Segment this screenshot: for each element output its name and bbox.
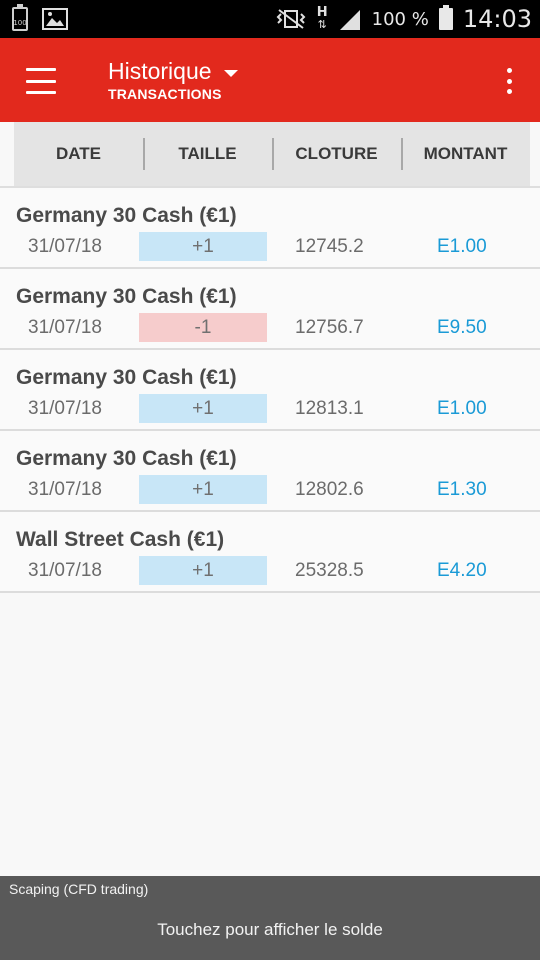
transaction-date: 31/07/18 (28, 236, 102, 257)
transaction-row[interactable]: Germany 30 Cash (€1) 31/07/18 +1 12802.6… (0, 431, 540, 512)
instrument-name: Germany 30 Cash (€1) (16, 447, 237, 470)
account-label: Scaping (CFD trading) (9, 881, 149, 897)
instrument-name: Germany 30 Cash (€1) (16, 285, 237, 308)
column-size[interactable]: TAILLE (143, 138, 272, 170)
close-price: 12756.7 (295, 317, 364, 338)
transaction-amount: E1.00 (437, 236, 487, 257)
title-dropdown[interactable]: Historique TRANSACTIONS (108, 58, 238, 102)
dropdown-caret-icon (223, 70, 238, 77)
column-header: DATE TAILLE CLOTURE MONTANT (14, 122, 530, 186)
app-bar: Historique TRANSACTIONS (0, 38, 540, 122)
balance-bar[interactable]: Scaping (CFD trading) Touchez pour affic… (0, 876, 540, 960)
column-amount[interactable]: MONTANT (401, 138, 530, 170)
instrument-name: Wall Street Cash (€1) (16, 528, 225, 551)
transaction-amount: E9.50 (437, 317, 487, 338)
close-price: 12745.2 (295, 236, 364, 257)
close-price: 25328.5 (295, 560, 364, 581)
show-balance-prompt[interactable]: Touchez pour afficher le solde (0, 920, 540, 940)
close-price: 12802.6 (295, 479, 364, 500)
title-row: Historique (108, 58, 238, 85)
status-bar-left: 100 (12, 4, 82, 31)
size-badge: -1 (139, 313, 267, 342)
battery-notification-icon: 100 (12, 4, 28, 31)
transaction-row[interactable]: Germany 30 Cash (€1) 31/07/18 +1 12813.1… (0, 350, 540, 431)
size-badge: +1 (139, 232, 267, 261)
instrument-name: Germany 30 Cash (€1) (16, 204, 237, 227)
status-bar: 100 H ⇅ 100 % 14:03 (0, 0, 540, 38)
page-subtitle: TRANSACTIONS (108, 86, 222, 102)
transaction-date: 31/07/18 (28, 479, 102, 500)
image-icon (42, 8, 68, 30)
transaction-amount: E4.20 (437, 560, 487, 581)
instrument-name: Germany 30 Cash (€1) (16, 366, 237, 389)
page-title: Historique (108, 58, 212, 84)
transaction-row[interactable]: Germany 30 Cash (€1) 31/07/18 +1 12745.2… (0, 188, 540, 269)
signal-icon (339, 10, 360, 30)
network-type-icon: H ⇅ (316, 5, 328, 31)
transaction-list: Germany 30 Cash (€1) 31/07/18 +1 12745.2… (0, 188, 540, 593)
column-close[interactable]: CLOTURE (272, 138, 401, 170)
size-badge: +1 (139, 394, 267, 423)
transaction-row[interactable]: Germany 30 Cash (€1) 31/07/18 -1 12756.7… (0, 269, 540, 350)
battery-notification-label: 100 (13, 19, 27, 27)
transaction-amount: E1.30 (437, 479, 487, 500)
column-date[interactable]: DATE (14, 138, 143, 170)
transaction-amount: E1.00 (437, 398, 487, 419)
size-badge: +1 (139, 556, 267, 585)
battery-percent: 100 % (371, 8, 429, 30)
close-price: 12813.1 (295, 398, 364, 419)
size-badge: +1 (139, 475, 267, 504)
battery-icon (438, 5, 453, 30)
transaction-date: 31/07/18 (28, 560, 102, 581)
transaction-date: 31/07/18 (28, 398, 102, 419)
data-arrows-icon: ⇅ (317, 19, 327, 31)
network-type-label: H (316, 5, 328, 20)
menu-icon[interactable] (24, 66, 58, 96)
vibrate-mute-icon (276, 9, 306, 29)
transaction-row[interactable]: Wall Street Cash (€1) 31/07/18 +1 25328.… (0, 512, 540, 593)
transaction-date: 31/07/18 (28, 317, 102, 338)
overflow-menu-icon[interactable] (504, 68, 514, 94)
status-bar-right: H ⇅ 100 % 14:03 (265, 5, 532, 33)
clock: 14:03 (462, 5, 532, 33)
